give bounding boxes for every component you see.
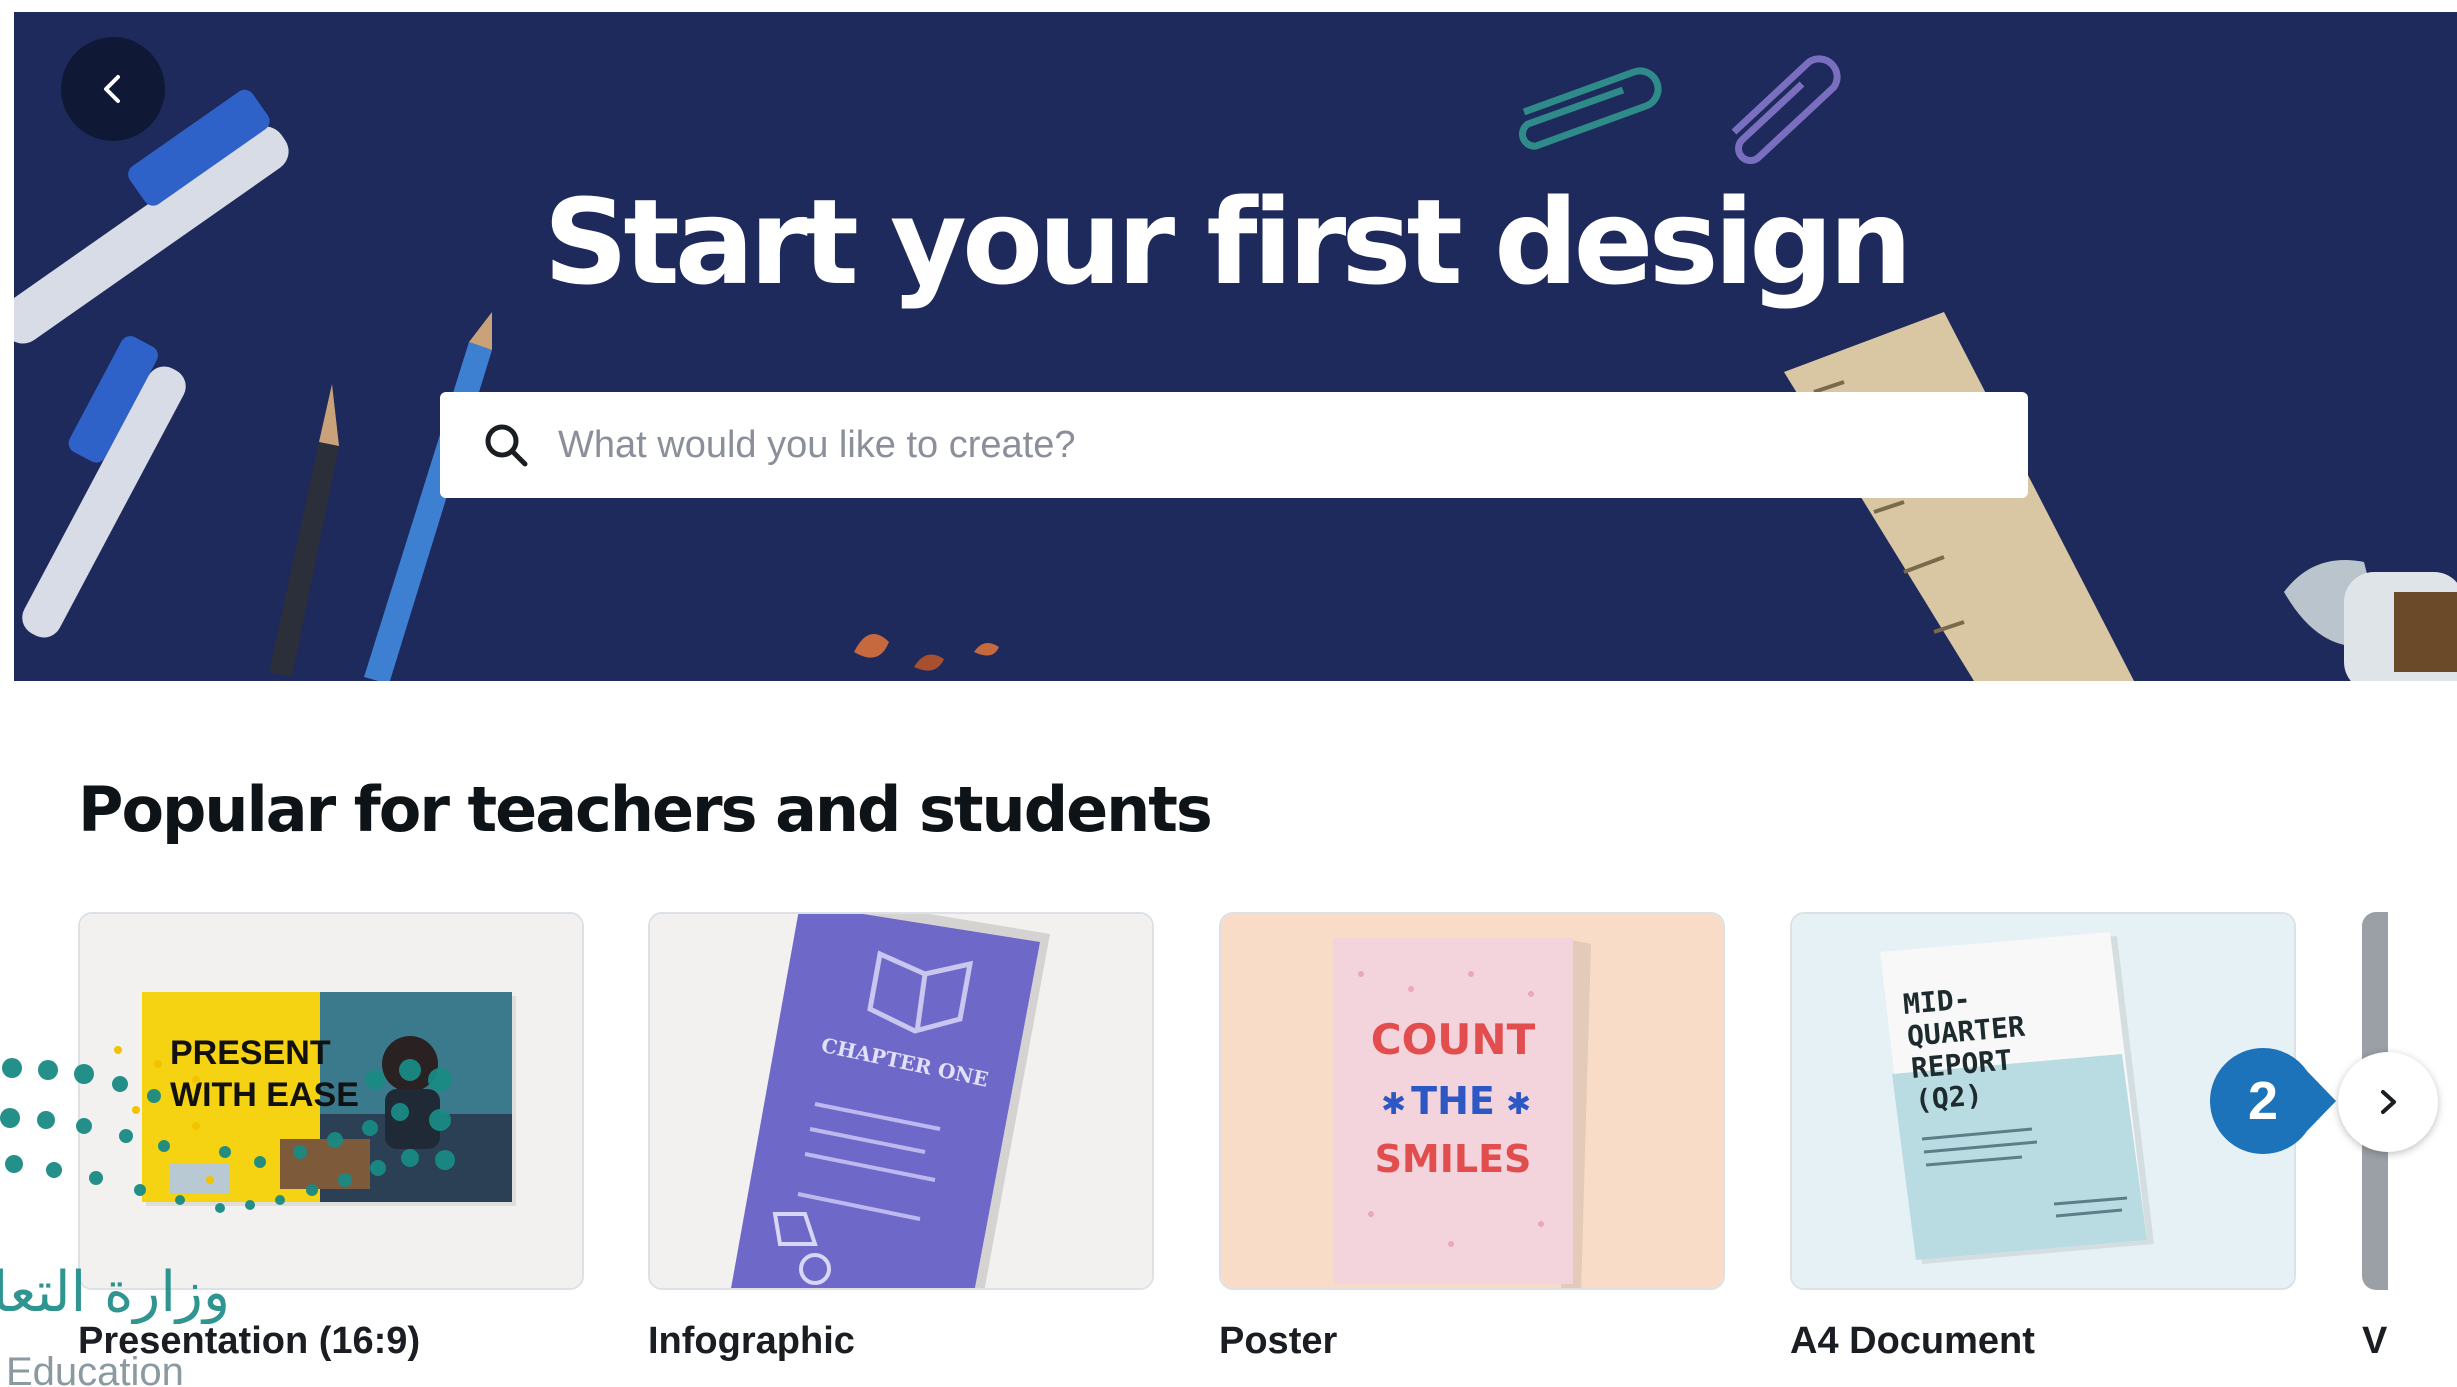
thumb-count-text: COUNT <box>1371 1015 1536 1064</box>
section-title: Popular for teachers and students <box>78 773 1213 846</box>
watermark-english-text: Education <box>6 1350 184 1387</box>
next-button[interactable] <box>2338 1052 2438 1152</box>
card-label-poster[interactable]: Poster <box>1219 1316 1337 1366</box>
page: Start your first design Popular for teac… <box>0 0 2457 1387</box>
presentation-thumbnail: PRESENT WITH EASE <box>80 914 582 1288</box>
back-button[interactable] <box>61 37 165 141</box>
chevron-left-icon <box>104 75 120 103</box>
watermark-arabic-text: وزارة التعليم <box>0 1262 230 1324</box>
svg-text:✱: ✱ <box>1506 1087 1531 1122</box>
svg-text:✱: ✱ <box>1381 1087 1406 1122</box>
search-input[interactable] <box>556 410 1956 480</box>
design-card-presentation[interactable]: PRESENT WITH EASE <box>78 912 584 1290</box>
thumb-q2-text: (Q2) <box>1914 1078 1984 1117</box>
chevron-right-icon <box>2381 1090 2396 1114</box>
page-title: Start your first design <box>543 173 1912 311</box>
poster-thumbnail: COUNT THE SMILES ✱ ✱ <box>1221 914 1723 1288</box>
design-card-infographic[interactable]: CHAPTER ONE <box>648 912 1154 1290</box>
infographic-thumbnail: CHAPTER ONE <box>650 914 1152 1288</box>
card-label-partial[interactable]: V <box>2362 1316 2387 1366</box>
thumb-smiles-text: SMILES <box>1375 1137 1532 1181</box>
step-badge-number: 2 <box>2247 1071 2279 1131</box>
thumb-with-ease-text: WITH EASE <box>170 1076 359 1114</box>
card-label-a4-document[interactable]: A4 Document <box>1790 1316 2035 1366</box>
thumb-the-text: THE <box>1411 1079 1495 1123</box>
design-card-poster[interactable]: COUNT THE SMILES ✱ ✱ <box>1219 912 1725 1290</box>
thumb-present-text: PRESENT <box>170 1034 331 1072</box>
card-label-infographic[interactable]: Infographic <box>648 1316 855 1366</box>
search-bar[interactable] <box>440 392 2028 498</box>
search-icon <box>476 415 536 475</box>
hero-banner: Start your first design <box>14 12 2457 681</box>
hero-illustration <box>14 12 2457 681</box>
